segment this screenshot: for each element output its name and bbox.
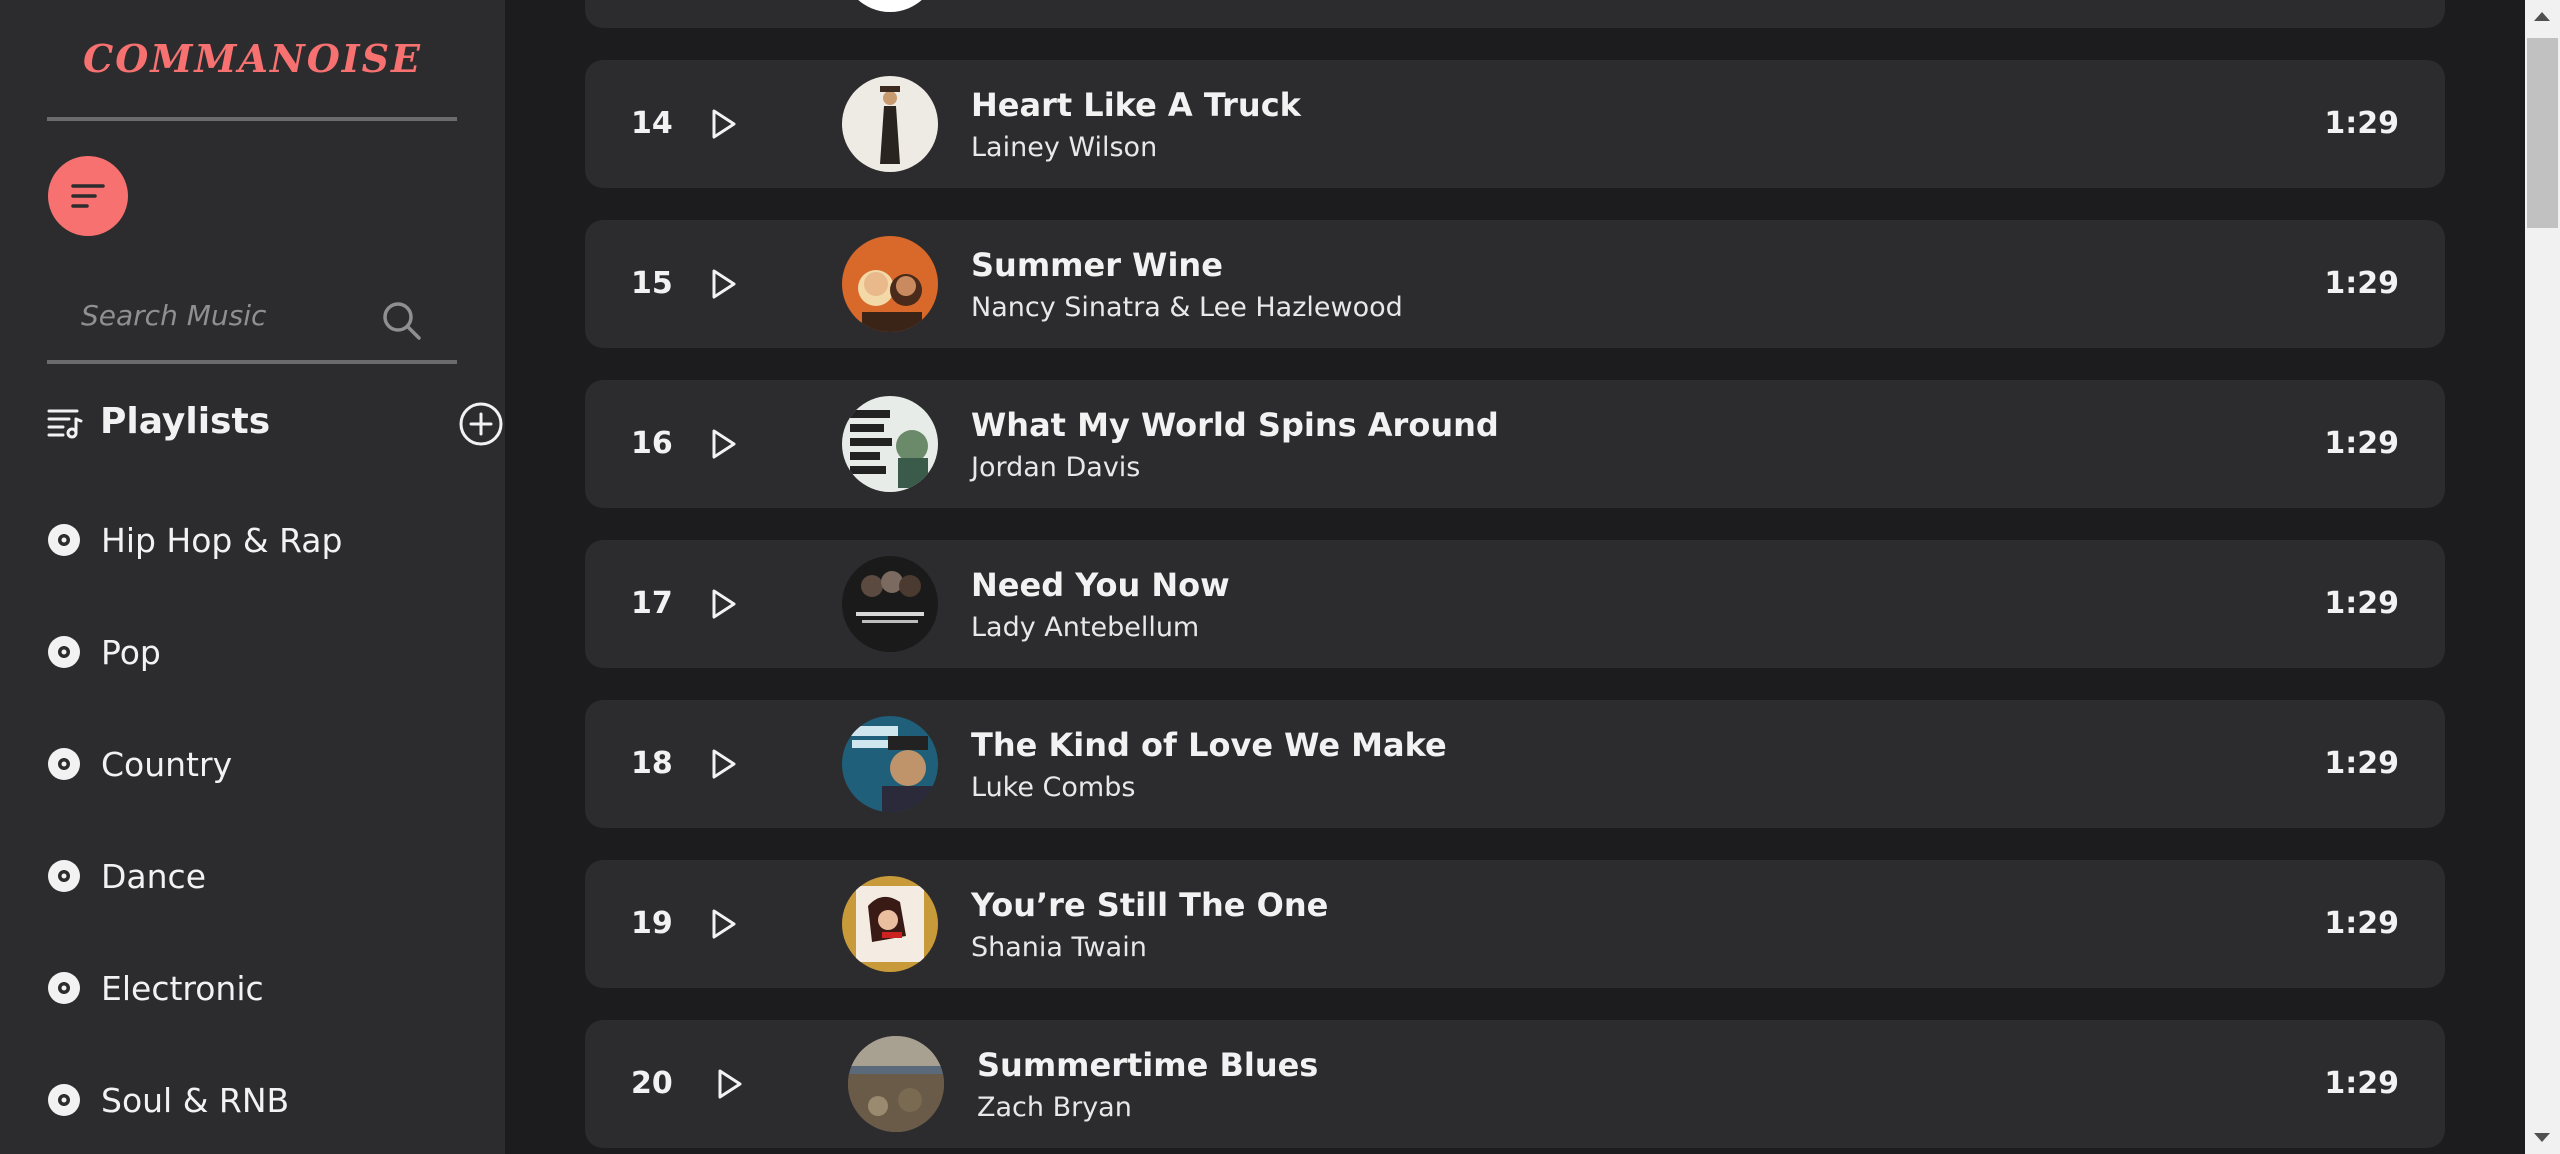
album-cover [848,1036,944,1132]
track-number: 16 [631,426,673,461]
disc-icon [48,1084,80,1116]
playlist-icon [47,409,83,439]
music-app: COMMANOISE Search Music Playlists Hip Ho… [0,0,2560,1154]
track-list: 14 Heart Like A Truck Lainey Wilson 1:29… [505,0,2525,1154]
playlists-title: Playlists [100,401,271,442]
playlists-header: Playlists [47,395,505,455]
track-row[interactable]: 14 Heart Like A Truck Lainey Wilson 1:29 [585,60,2445,188]
track-duration: 1:29 [2324,266,2399,301]
album-cover [842,716,938,812]
track-duration: 1:29 [2324,586,2399,621]
play-icon[interactable] [705,746,741,782]
track-title: Heart Like A Truck [971,86,1301,124]
genre-item-soul-rnb[interactable]: Soul & RNB [47,1070,447,1130]
track-artist: Jordan Davis [971,452,1141,483]
play-icon[interactable] [705,266,741,302]
album-cover [842,556,938,652]
track-number: 15 [631,266,673,301]
track-artist: Lady Antebellum [971,612,1200,643]
genre-label: Pop [101,632,161,672]
disc-icon [48,524,80,556]
album-cover [842,236,938,332]
menu-lines-icon [71,184,105,208]
track-title: Need You Now [971,566,1230,604]
logo-divider [47,117,457,121]
disc-icon [48,748,80,780]
genre-item-pop[interactable]: Pop [47,622,447,682]
genre-item-electronic[interactable]: Electronic [47,958,447,1018]
search-input[interactable] [47,290,367,340]
add-playlist-icon[interactable] [458,401,504,447]
track-duration: 1:29 [2324,906,2399,941]
scroll-thumb[interactable] [2527,38,2558,228]
app-logo[interactable]: COMMANOISE [0,36,505,81]
track-title: What My World Spins Around [971,406,1499,444]
album-cover [842,876,938,972]
search-bar [47,280,457,364]
genre-label: Electronic [101,968,264,1008]
track-title: The Kind of Love We Make [971,726,1447,764]
track-number: 18 [631,746,673,781]
track-number: 14 [631,106,673,141]
genre-label: Country [101,744,233,784]
genre-item-country[interactable]: Country [47,734,447,794]
play-icon[interactable] [705,586,741,622]
genre-label: Dance [101,856,206,896]
genre-label: Soul & RNB [101,1080,290,1120]
track-row[interactable]: 20 Summertime Blues Zach Bryan 1:29 [585,1020,2445,1148]
scroll-down-arrow-icon[interactable] [2534,1133,2550,1142]
track-duration: 1:29 [2324,1066,2399,1101]
play-icon[interactable] [711,1066,747,1102]
play-icon[interactable] [705,906,741,942]
scrollbar[interactable] [2525,0,2560,1154]
track-artist: Lainey Wilson [971,132,1158,163]
track-duration: 1:29 [2324,106,2399,141]
genre-label: Hip Hop & Rap [101,520,343,560]
sidebar: COMMANOISE Search Music Playlists Hip Ho… [0,0,505,1154]
track-artist: Zach Bryan [977,1092,1132,1123]
track-artist: Shania Twain [971,932,1147,963]
disc-icon [48,636,80,668]
track-title: Summertime Blues [977,1046,1319,1084]
search-icon[interactable] [381,300,423,342]
track-title: Summer Wine [971,246,1223,284]
track-row[interactable]: 18 The Kind of Love We Make Luke Combs 1… [585,700,2445,828]
genre-item-hip-hop-rap[interactable]: Hip Hop & Rap [47,510,447,570]
album-cover [842,0,938,12]
track-number: 20 [631,1066,673,1101]
track-row-partial[interactable] [585,0,2445,28]
album-cover [842,396,938,492]
scroll-up-arrow-icon[interactable] [2534,12,2550,21]
track-row[interactable]: 19 You’re Still The One Shania Twain 1:2… [585,860,2445,988]
disc-icon [48,860,80,892]
menu-button[interactable] [48,156,128,236]
album-cover [842,76,938,172]
track-row[interactable]: 15 Summer Wine Nancy Sinatra & Lee Hazle… [585,220,2445,348]
track-duration: 1:29 [2324,426,2399,461]
disc-icon [48,972,80,1004]
track-artist: Nancy Sinatra & Lee Hazlewood [971,292,1403,323]
track-artist: Luke Combs [971,772,1136,803]
genre-item-dance[interactable]: Dance [47,846,447,906]
track-duration: 1:29 [2324,746,2399,781]
track-title: You’re Still The One [971,886,1329,924]
track-row[interactable]: 17 Need You Now Lady Antebellum 1:29 [585,540,2445,668]
track-number: 17 [631,586,673,621]
play-icon[interactable] [705,426,741,462]
play-icon[interactable] [705,106,741,142]
track-number: 19 [631,906,673,941]
track-row[interactable]: 16 What My World Spins Around Jordan Dav… [585,380,2445,508]
